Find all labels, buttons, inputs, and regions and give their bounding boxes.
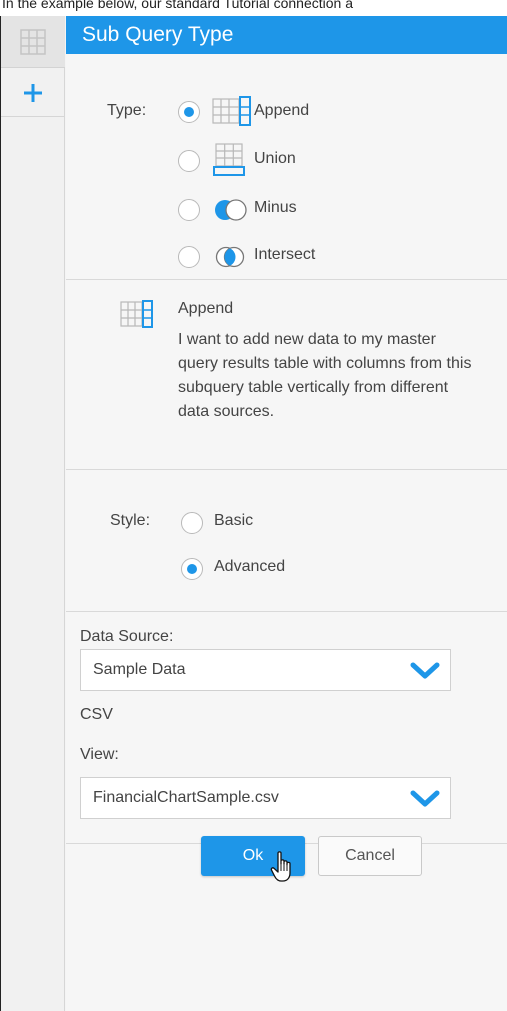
description-text: I want to add new data to my master quer…: [178, 331, 472, 420]
union-icon: [213, 143, 245, 176]
type-radio-union[interactable]: [178, 150, 200, 172]
hand-cursor-icon: [270, 851, 291, 882]
type-radio-minus[interactable]: [178, 199, 200, 221]
data-source-section: Data Source: Sample Data CSV View: Finan…: [66, 612, 507, 844]
intersect-icon: [215, 246, 245, 268]
minus-icon: [215, 199, 247, 221]
table-tool-button[interactable]: [1, 16, 65, 68]
chevron-down-icon: [410, 790, 440, 807]
type-label-intersect: Intersect: [254, 246, 316, 263]
type-label: Type:: [107, 102, 147, 119]
description-section: Append I want to add new data to my mast…: [66, 280, 507, 470]
type-radio-append[interactable]: [178, 101, 200, 123]
dialog-title: Sub Query Type: [66, 16, 507, 54]
view-label: View:: [80, 746, 119, 763]
description-title: Append: [178, 300, 234, 317]
page-caption: In the example below, our standard Tutor…: [2, 0, 353, 11]
grid-icon: [20, 28, 46, 55]
style-label-basic: Basic: [214, 512, 254, 529]
chevron-down-icon: [410, 662, 440, 679]
data-source-value: Sample Data: [93, 661, 186, 678]
data-source-select[interactable]: Sample Data: [80, 649, 451, 691]
type-label-append: Append: [254, 102, 310, 119]
view-value: FinancialChartSample.csv: [93, 789, 279, 806]
cancel-button[interactable]: Cancel: [318, 836, 422, 876]
data-source-type: CSV: [80, 706, 113, 723]
style-radio-basic[interactable]: [181, 512, 203, 534]
append-icon: [212, 96, 251, 126]
style-label-advanced: Advanced: [214, 558, 286, 575]
style-section: Style: Basic Advanced: [66, 470, 507, 612]
data-source-label: Data Source:: [80, 628, 174, 645]
style-label: Style:: [110, 512, 151, 529]
style-radio-advanced[interactable]: [181, 558, 203, 580]
left-toolbar: [1, 16, 65, 1011]
type-label-union: Union: [254, 150, 296, 167]
type-radio-intersect[interactable]: [178, 246, 200, 268]
view-select[interactable]: FinancialChartSample.csv: [80, 777, 451, 819]
type-section: Type: Append Union Minus Intersect: [66, 54, 507, 280]
append-icon: [120, 300, 153, 328]
add-button[interactable]: [1, 69, 65, 117]
type-label-minus: Minus: [254, 199, 297, 216]
plus-icon: [24, 83, 42, 102]
